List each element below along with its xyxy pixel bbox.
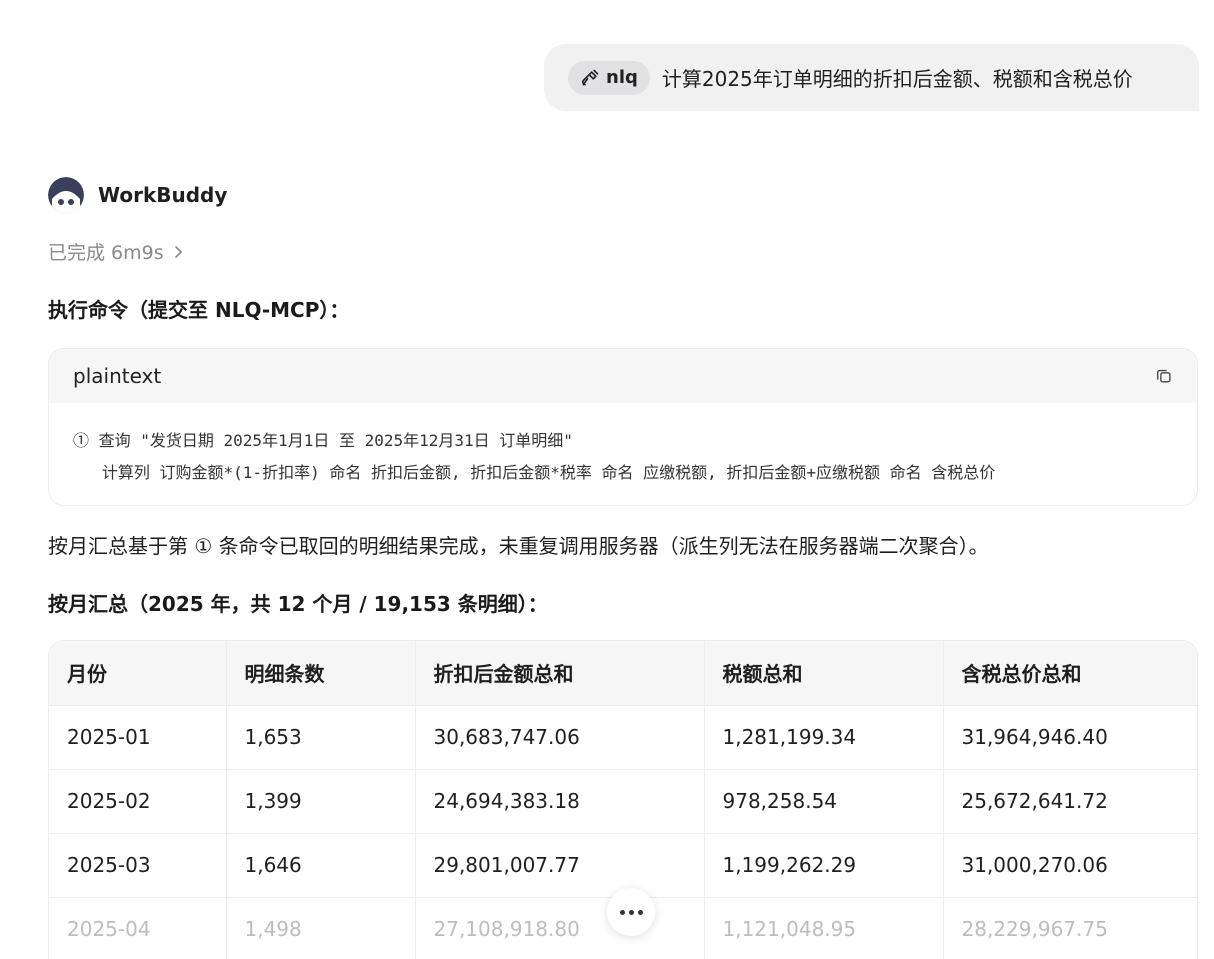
assistant-header: WorkBuddy [48, 177, 227, 213]
code-language: plaintext [73, 364, 162, 388]
status-text: 已完成 6m9s [48, 242, 164, 264]
header-total-with-tax: 含税总价总和 [943, 641, 1197, 706]
user-message-bubble: nlq 计算2025年订单明细的折扣后金额、税额和含税总价 [544, 44, 1199, 111]
status-toggle[interactable]: 已完成 6m9s [48, 238, 184, 265]
table-row: 2025-02 1,399 24,694,383.18 978,258.54 2… [49, 769, 1197, 834]
cell-tax-amount: 1,199,262.29 [704, 833, 944, 898]
code-content: ① 查询 "发货日期 2025年1月1日 至 2025年12月31日 订单明细"… [49, 403, 1197, 489]
copy-icon [1157, 369, 1171, 383]
cell-count: 1,399 [226, 769, 416, 834]
explanation-paragraph: 按月汇总基于第 ① 条命令已取回的明细结果完成，未重复调用服务器（派生列无法在服… [48, 534, 989, 558]
cell-total-with-tax: 31,964,946.40 [943, 705, 1197, 770]
header-discounted-amount: 折扣后金额总和 [415, 641, 705, 706]
more-dots-icon [637, 909, 643, 915]
avatar [48, 177, 84, 213]
cell-discounted-amount: 29,801,007.77 [415, 833, 705, 898]
cell-tax-amount: 978,258.54 [704, 769, 944, 834]
header-month: 月份 [49, 641, 227, 706]
cell-discounted-amount: 27,108,918.80 [415, 897, 705, 959]
cell-total-with-tax: 28,229,967.75 [943, 897, 1197, 959]
cell-count: 1,653 [226, 705, 416, 770]
user-message-text: 计算2025年订单明细的折扣后金额、税额和含税总价 [661, 67, 1133, 91]
table-row: 2025-03 1,646 29,801,007.77 1,199,262.29… [49, 833, 1197, 898]
more-dots-icon [628, 909, 634, 915]
cell-month: 2025-04 [49, 897, 227, 959]
assistant-name: WorkBuddy [98, 183, 228, 207]
cell-count: 1,646 [226, 833, 416, 898]
table-row: 2025-01 1,653 30,683,747.06 1,281,199.34… [49, 705, 1197, 770]
cell-count: 1,498 [226, 897, 416, 959]
tool-chip-label: nlq [606, 67, 638, 88]
summary-heading: 按月汇总（2025 年，共 12 个月 / 19,153 条明细）： [48, 592, 548, 616]
copy-button[interactable] [1153, 365, 1175, 387]
table-header-row: 月份 明细条数 折扣后金额总和 税额总和 含税总价总和 [49, 641, 1197, 706]
code-block: plaintext ① 查询 "发货日期 2025年1月1日 至 2025年12… [48, 348, 1198, 506]
code-header: plaintext [49, 349, 1197, 403]
code-line: ① 查询 "发货日期 2025年1月1日 至 2025年12月31日 订单明细" [73, 431, 573, 450]
header-count: 明细条数 [226, 641, 416, 706]
cell-total-with-tax: 25,672,641.72 [943, 769, 1197, 834]
cell-tax-amount: 1,121,048.95 [704, 897, 944, 959]
cell-discounted-amount: 24,694,383.18 [415, 769, 705, 834]
cell-month: 2025-02 [49, 769, 227, 834]
cell-discounted-amount: 30,683,747.06 [415, 705, 705, 770]
more-dots-icon [619, 909, 625, 915]
cell-tax-amount: 1,281,199.34 [704, 705, 944, 770]
cell-month: 2025-01 [49, 705, 227, 770]
tool-chip[interactable]: nlq [568, 60, 650, 95]
hammer-icon [581, 69, 599, 85]
cell-month: 2025-03 [49, 833, 227, 898]
header-tax-amount: 税额总和 [704, 641, 944, 706]
cell-total-with-tax: 31,000,270.06 [943, 833, 1197, 898]
more-button[interactable] [607, 888, 655, 936]
chevron-right-icon [174, 245, 182, 258]
command-heading: 执行命令（提交至 NLQ-MCP）： [48, 298, 350, 322]
code-line: 计算列 订购金额*(1-折扣率) 命名 折扣后金额, 折扣后金额*税率 命名 应… [73, 463, 996, 482]
